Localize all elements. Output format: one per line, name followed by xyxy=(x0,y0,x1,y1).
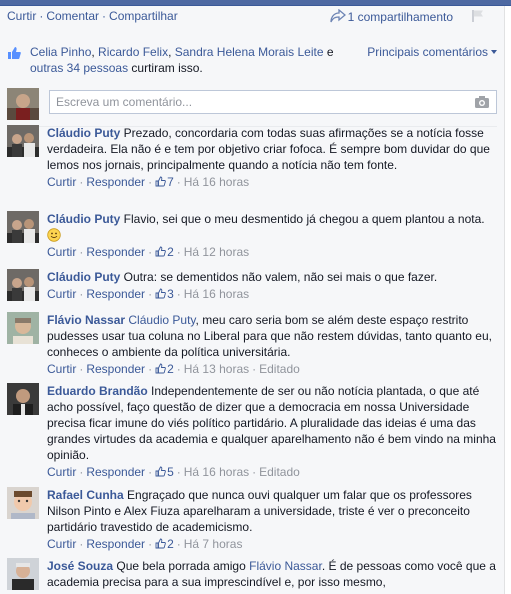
share-post-link[interactable]: Compartilhar xyxy=(109,9,178,23)
avatar xyxy=(7,125,39,157)
reply-link[interactable]: Responder xyxy=(86,465,145,479)
thumbs-up-icon xyxy=(155,363,166,374)
comment-time[interactable]: Há 7 horas xyxy=(184,537,243,551)
separator: · xyxy=(39,9,44,23)
comment-input[interactable] xyxy=(50,91,450,113)
comment-author[interactable]: Eduardo Brandão xyxy=(47,384,148,398)
caret-down-icon xyxy=(491,50,497,54)
thumbs-up-icon xyxy=(8,47,21,59)
like-comment-link[interactable]: Curtir xyxy=(47,362,76,376)
thumbs-up-icon xyxy=(155,466,166,477)
comment-composer xyxy=(7,88,497,122)
comment-body: Cláudio Puty Flavio, sei que o meu desme… xyxy=(47,211,497,260)
comment-author[interactable]: Cláudio Puty xyxy=(47,212,120,226)
mention-link[interactable]: Flávio Nassar xyxy=(249,559,322,573)
comment-meta: Curtir · Responder · 3 · Há 16 horas xyxy=(47,287,250,301)
comment-post-link[interactable]: Comentar xyxy=(46,9,99,23)
avatar xyxy=(7,558,39,590)
avatar xyxy=(7,211,39,243)
reply-link[interactable]: Responder xyxy=(86,245,145,259)
comment-body: Rafael Cunha Engraçado que nunca ouvi qu… xyxy=(47,487,497,552)
avatar xyxy=(7,487,39,519)
flag-icon[interactable] xyxy=(471,9,485,23)
likes-summary: Celia Pinho, Ricardo Felix, Sandra Helen… xyxy=(7,44,497,76)
comment-likes[interactable]: 5 xyxy=(155,465,174,479)
like-comment-link[interactable]: Curtir xyxy=(47,287,76,301)
separator: · xyxy=(102,9,107,23)
thumbs-up-icon xyxy=(155,288,166,299)
comment-meta: Curtir · Responder · 2 · Há 7 horas xyxy=(47,537,243,551)
liker-name[interactable]: Celia Pinho xyxy=(30,45,91,59)
avatar xyxy=(7,269,39,301)
like-comment-link[interactable]: Curtir xyxy=(47,175,76,189)
share-arrow-icon xyxy=(329,9,346,23)
liker-name[interactable]: Sandra Helena Morais Leite xyxy=(175,45,324,59)
comment-likes[interactable]: 3 xyxy=(155,287,174,301)
comment-time[interactable]: Há 13 horas xyxy=(184,362,249,376)
reply-link[interactable]: Responder xyxy=(86,537,145,551)
comment-text: Outra: se dementidos não valem, não sei … xyxy=(120,270,438,284)
liker-name[interactable]: Ricardo Felix xyxy=(98,45,168,59)
comment-meta: Curtir · Responder · 5 · Há 16 horas · Editado xyxy=(47,465,300,479)
comment-meta: Curtir · Responder · 7 · Há 16 horas xyxy=(47,175,250,189)
thumbs-up-icon xyxy=(155,538,166,549)
reply-link[interactable]: Responder xyxy=(86,287,145,301)
thumbs-up-icon xyxy=(155,246,166,257)
likes-text: Celia Pinho, Ricardo Felix, Sandra Helen… xyxy=(30,45,334,75)
comment-author[interactable]: Flávio Nassar xyxy=(47,313,125,327)
like-comment-link[interactable]: Curtir xyxy=(47,465,76,479)
comment-meta: Curtir · Responder · 2 · Há 13 horas · Editado xyxy=(47,362,300,376)
comment-meta: Curtir · Responder · 2 · Há 12 horas xyxy=(47,245,250,259)
post-actions: Curtir · Comentar · Compartilhar 1 compartil… xyxy=(7,9,497,25)
comment-body: Cláudio Puty Prezado, concordaria com to… xyxy=(47,125,497,190)
other-likers-link[interactable]: outras 34 pessoas xyxy=(30,61,128,75)
camera-icon[interactable] xyxy=(474,95,490,109)
thumbs-up-icon xyxy=(155,176,166,187)
comment-sort-dropdown[interactable]: Principais comentários xyxy=(367,44,497,60)
comment-likes[interactable]: 2 xyxy=(155,362,174,376)
edited-label[interactable]: Editado xyxy=(259,465,300,479)
smiley-emoji-icon xyxy=(47,228,61,242)
post-feedback-panel: Curtir · Comentar · Compartilhar 1 compartil… xyxy=(0,6,505,594)
comment-time[interactable]: Há 16 horas xyxy=(184,175,249,189)
share-count[interactable]: 1 compartilhamento xyxy=(329,9,453,24)
mention-link[interactable]: Cláudio Puty xyxy=(128,313,195,327)
comment-likes[interactable]: 7 xyxy=(155,175,174,189)
comment-text: Que bela porrada amigo xyxy=(113,559,250,573)
reply-link[interactable]: Responder xyxy=(86,175,145,189)
comment-author[interactable]: Rafael Cunha xyxy=(47,488,124,502)
comment-time[interactable]: Há 16 horas xyxy=(184,465,249,479)
comment-input-wrapper xyxy=(49,90,497,114)
comment-author[interactable]: José Souza xyxy=(47,559,113,573)
comment-time[interactable]: Há 12 horas xyxy=(184,245,249,259)
edited-label[interactable]: Editado xyxy=(259,362,300,376)
comment-body: Eduardo Brandão Independentemente de ser… xyxy=(47,383,497,480)
comment-author[interactable]: Cláudio Puty xyxy=(47,126,120,140)
avatar xyxy=(7,383,39,415)
comment-body: José Souza Que bela porrada amigo Flávio… xyxy=(47,558,497,590)
avatar xyxy=(7,88,39,120)
comment-body: Cláudio Puty Outra: se dementidos não va… xyxy=(47,269,497,302)
comment-text: Flavio, sei que o meu desmentido já cheg… xyxy=(120,212,485,226)
like-post-link[interactable]: Curtir xyxy=(7,9,36,23)
share-count-label: 1 compartilhamento xyxy=(347,10,453,24)
comment-likes[interactable]: 2 xyxy=(155,537,174,551)
comment-author[interactable]: Cláudio Puty xyxy=(47,270,120,284)
comment-likes[interactable]: 2 xyxy=(155,245,174,259)
like-comment-link[interactable]: Curtir xyxy=(47,537,76,551)
comment-body: Flávio Nassar Cláudio Puty, meu caro ser… xyxy=(47,312,497,377)
avatar xyxy=(7,312,39,344)
reply-link[interactable]: Responder xyxy=(86,362,145,376)
like-comment-link[interactable]: Curtir xyxy=(47,245,76,259)
comment-time[interactable]: Há 16 horas xyxy=(184,287,249,301)
